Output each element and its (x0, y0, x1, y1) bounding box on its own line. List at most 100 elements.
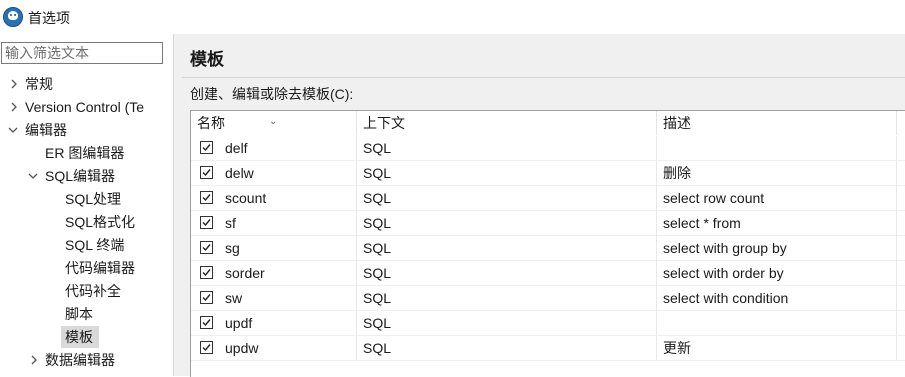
table-row[interactable]: sg SQL select with group by (191, 236, 905, 261)
cell-description (657, 136, 897, 161)
cell-description: select with order by (657, 261, 897, 286)
tree-item-code-completion[interactable]: 代码补全 (0, 280, 173, 302)
tree-item-scripts[interactable]: 脚本 (0, 303, 173, 325)
chevron-right-icon[interactable] (8, 101, 20, 113)
window-title: 首选项 (28, 10, 70, 26)
template-name: sf (225, 215, 236, 231)
cell-auto (897, 311, 905, 336)
tree-item-version-control[interactable]: Version Control (Te (0, 96, 173, 118)
cell-description: 删除 (657, 161, 897, 186)
cell-description (657, 311, 897, 336)
cell-context: SQL (357, 286, 657, 311)
table-row[interactable]: sw SQL select with condition (191, 286, 905, 311)
checkmark-icon (202, 194, 211, 202)
cell-description: select with group by (657, 236, 897, 261)
tree-item-label: SQL 终端 (65, 237, 125, 253)
template-name: sorder (225, 265, 265, 281)
enabled-checkbox[interactable] (200, 216, 213, 229)
cell-auto (897, 286, 905, 311)
table-row[interactable]: sorder SQL select with order by (191, 261, 905, 286)
cell-auto (897, 236, 905, 261)
checkmark-icon (202, 344, 211, 352)
enabled-checkbox[interactable] (200, 241, 213, 254)
enabled-checkbox[interactable] (200, 141, 213, 154)
checkmark-icon (202, 244, 211, 252)
enabled-checkbox[interactable] (200, 341, 213, 354)
table-row[interactable]: scount SQL select row count (191, 186, 905, 211)
column-label: 名称 (197, 115, 225, 131)
cell-description: select * from (657, 211, 897, 236)
cell-name: updw (191, 336, 357, 361)
chevron-down-icon[interactable] (7, 124, 19, 136)
tree-item-label: 常规 (25, 76, 53, 92)
cell-description: 更新 (657, 336, 897, 361)
column-header-description[interactable]: 描述 (657, 111, 897, 135)
tree-item-sql-editor[interactable]: SQL编辑器 (0, 165, 173, 187)
tree-item-general[interactable]: 常规 (0, 73, 173, 95)
cell-auto (897, 186, 905, 211)
cell-auto (897, 136, 905, 161)
chevron-down-icon[interactable] (27, 170, 39, 182)
filter-input[interactable] (1, 42, 163, 64)
cell-name: updf (191, 311, 357, 336)
chevron-right-icon[interactable] (28, 354, 40, 366)
table-row[interactable]: delf SQL (191, 136, 905, 161)
tree-item-label: SQL处理 (65, 191, 122, 207)
cell-context: SQL (357, 311, 657, 336)
template-name: sw (225, 290, 243, 306)
cell-name: sw (191, 286, 357, 311)
tree-item-data-editor[interactable]: 数据编辑器 (0, 349, 173, 371)
table-row[interactable]: delw SQL 删除 (191, 161, 905, 186)
enabled-checkbox[interactable] (200, 266, 213, 279)
tree-item-templates[interactable]: 模板 (61, 326, 99, 348)
cell-auto (897, 211, 905, 236)
enabled-checkbox[interactable] (200, 291, 213, 304)
checkmark-icon (202, 319, 211, 327)
template-name: delw (225, 165, 254, 181)
tree-item-label: 编辑器 (25, 122, 67, 138)
table-header: 名称 ⌄ 上下文 描述 自 (191, 111, 905, 135)
tree-item-label: 模板 (65, 329, 93, 345)
tree-item-label: 脚本 (65, 306, 93, 322)
column-label: 描述 (663, 115, 691, 131)
tree-item-label: 代码补全 (65, 283, 121, 299)
tree-item-sql-terminal[interactable]: SQL 终端 (0, 234, 173, 256)
column-header-context[interactable]: 上下文 (357, 111, 657, 135)
cell-name: delw (191, 161, 357, 186)
tree-item-label: 代码编辑器 (65, 260, 135, 276)
templates-label: 创建、编辑或除去模板(C): (190, 86, 354, 102)
cell-context: SQL (357, 336, 657, 361)
tree-item-editors[interactable]: 编辑器 (0, 119, 173, 141)
tree-item-label: SQL编辑器 (45, 168, 116, 184)
table-row[interactable]: updf SQL (191, 311, 905, 336)
cell-context: SQL (357, 161, 657, 186)
column-header-name[interactable]: 名称 ⌄ (191, 111, 357, 135)
cell-name: scount (191, 186, 357, 211)
tree-item-sql-format[interactable]: SQL格式化 (0, 211, 173, 233)
table-row[interactable]: updw SQL 更新 (191, 336, 905, 361)
cell-auto (897, 261, 905, 286)
enabled-checkbox[interactable] (200, 191, 213, 204)
chevron-right-icon[interactable] (8, 78, 20, 90)
template-name: scount (225, 190, 267, 206)
cell-auto (897, 336, 905, 361)
enabled-checkbox[interactable] (200, 166, 213, 179)
column-label: 上下文 (363, 115, 405, 131)
cell-description: select with condition (657, 286, 897, 311)
checkmark-icon (202, 294, 211, 302)
cell-description: select row count (657, 186, 897, 211)
preferences-content: 模板 创建、编辑或除去模板(C): 名称 ⌄ 上下文 描述 自 delfSQLd… (174, 34, 905, 377)
tree-item-er-editor[interactable]: ER 图编辑器 (0, 142, 173, 164)
tree-item-sql-processing[interactable]: SQL处理 (0, 188, 173, 210)
cell-name: sf (191, 211, 357, 236)
table-row[interactable]: sf SQL select * from (191, 211, 905, 236)
tree-item-label: SQL格式化 (65, 214, 136, 230)
tree-item-code-editor[interactable]: 代码编辑器 (0, 257, 173, 279)
enabled-checkbox[interactable] (200, 316, 213, 329)
templates-table[interactable]: 名称 ⌄ 上下文 描述 自 delfSQLdelwSQL删除scountSQLs… (190, 110, 905, 377)
tree-item-label: ER 图编辑器 (45, 145, 125, 161)
checkmark-icon (202, 144, 211, 152)
template-name: sg (225, 240, 240, 256)
column-header-auto[interactable]: 自 (897, 111, 905, 135)
template-name: delf (225, 140, 248, 156)
